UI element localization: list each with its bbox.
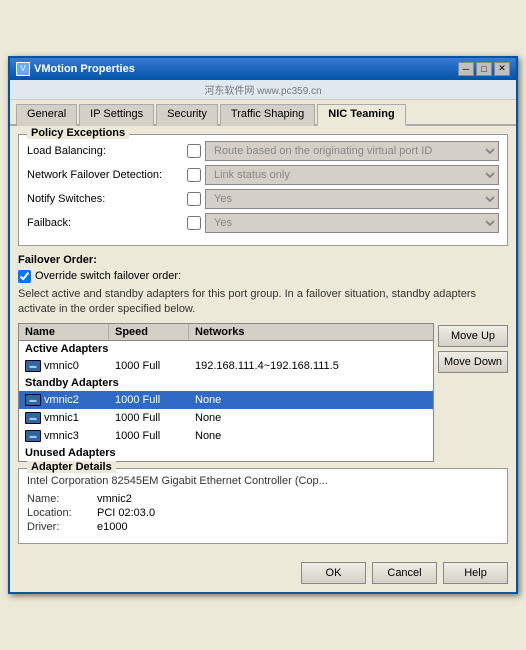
nic-icon-vmnic2: ▬ [25,394,41,406]
network-failover-row: Network Failover Detection: Link status … [27,165,499,185]
override-row: Override switch failover order: [18,270,508,283]
th-networks: Networks [189,324,433,340]
detail-location-key: Location: [27,507,97,519]
td-vmnic0-networks: 192.168.111.4~192.168.111.5 [189,359,433,373]
section-active: Active Adapters [19,341,433,357]
watermark: 河东软件网 www.pc359.cn [10,80,516,100]
notify-switches-label: Notify Switches: [27,193,187,205]
network-failover-label: Network Failover Detection: [27,169,187,181]
policy-exceptions-title: Policy Exceptions [27,127,129,139]
title-controls: ─ □ ✕ [458,62,510,76]
section-unused: Unused Adapters [19,445,433,461]
detail-name-val: vmnic2 [97,493,132,505]
close-button[interactable]: ✕ [494,62,510,76]
override-text: Override switch failover order: [35,270,181,282]
adapter-table-container: Name Speed Networks Active Adapters ▬ vm… [18,323,508,462]
td-vmnic2-name: ▬ vmnic2 [19,393,109,407]
load-balancing-label: Load Balancing: [27,145,187,157]
failback-select[interactable]: Yes [205,213,499,233]
title-bar-left: V VMotion Properties [16,62,135,76]
td-vmnic2-networks: None [189,393,433,407]
move-up-button[interactable]: Move Up [438,325,508,347]
tab-security[interactable]: Security [156,104,218,126]
detail-driver-key: Driver: [27,521,97,533]
td-vmnic0-name: ▬ vmnic0 [19,359,109,373]
failover-info-text: Select active and standby adapters for t… [18,287,508,318]
notify-switches-row: Notify Switches: Yes [27,189,499,209]
tab-traffic-shaping[interactable]: Traffic Shaping [220,104,315,126]
notify-switches-checkbox[interactable] [187,192,201,206]
help-button[interactable]: Help [443,562,508,584]
table-row[interactable]: ▬ vmnic0 1000 Full 192.168.111.4~192.168… [19,357,433,375]
failover-order-label: Failover Order: [18,254,508,266]
failback-checkbox[interactable] [187,216,201,230]
minimize-button[interactable]: ─ [458,62,474,76]
td-vmnic1-name: ▬ vmnic1 [19,411,109,425]
ok-button[interactable]: OK [301,562,366,584]
adapter-details-box: Adapter Details Intel Corporation 82545E… [18,468,508,544]
window-icon: V [16,62,30,76]
table-row[interactable]: ▬ vmnic2 1000 Full None [19,391,433,409]
detail-name-row: Name: vmnic2 [27,493,499,505]
failback-row: Failback: Yes [27,213,499,233]
detail-driver-row: Driver: e1000 [27,521,499,533]
detail-name-key: Name: [27,493,97,505]
move-buttons: Move Up Move Down [438,323,508,462]
adapter-description: Intel Corporation 82545EM Gigabit Ethern… [27,475,499,487]
td-vmnic0-speed: 1000 Full [109,359,189,373]
detail-location-row: Location: PCI 02:03.0 [27,507,499,519]
nic-icon-vmnic1: ▬ [25,412,41,424]
failback-label: Failback: [27,217,187,229]
th-name: Name [19,324,109,340]
window-title: VMotion Properties [34,63,135,75]
load-balancing-select[interactable]: Route based on the originating virtual p… [205,141,499,161]
policy-exceptions-group: Policy Exceptions Load Balancing: Route … [18,134,508,246]
override-checkbox[interactable] [18,270,31,283]
td-vmnic1-networks: None [189,411,433,425]
td-vmnic3-networks: None [189,429,433,443]
td-vmnic2-speed: 1000 Full [109,393,189,407]
network-failover-checkbox[interactable] [187,168,201,182]
detail-location-val: PCI 02:03.0 [97,507,155,519]
title-bar: V VMotion Properties ─ □ ✕ [10,58,516,80]
td-vmnic3-speed: 1000 Full [109,429,189,443]
bottom-buttons: OK Cancel Help [10,558,516,592]
tab-ip-settings[interactable]: IP Settings [79,104,154,126]
failover-order-section: Failover Order: Override switch failover… [18,254,508,463]
th-speed: Speed [109,324,189,340]
tabs-bar: General IP Settings Security Traffic Sha… [10,100,516,126]
tab-nic-teaming[interactable]: NIC Teaming [317,104,405,126]
detail-driver-val: e1000 [97,521,128,533]
cancel-button[interactable]: Cancel [372,562,437,584]
adapter-details-title: Adapter Details [27,461,116,473]
nic-icon-vmnic0: ▬ [25,360,41,372]
main-window: V VMotion Properties ─ □ ✕ 河东软件网 www.pc3… [8,56,518,595]
load-balancing-checkbox[interactable] [187,144,201,158]
nic-icon-vmnic3: ▬ [25,430,41,442]
tab-general[interactable]: General [16,104,77,126]
td-vmnic1-speed: 1000 Full [109,411,189,425]
td-vmnic3-name: ▬ vmnic3 [19,429,109,443]
main-content: Policy Exceptions Load Balancing: Route … [10,126,516,559]
table-row[interactable]: ▬ vmnic1 1000 Full None [19,409,433,427]
table-header: Name Speed Networks [19,324,433,341]
network-failover-select[interactable]: Link status only [205,165,499,185]
notify-switches-select[interactable]: Yes [205,189,499,209]
maximize-button[interactable]: □ [476,62,492,76]
table-row[interactable]: ▬ vmnic3 1000 Full None [19,427,433,445]
adapter-table: Name Speed Networks Active Adapters ▬ vm… [18,323,434,462]
load-balancing-row: Load Balancing: Route based on the origi… [27,141,499,161]
section-standby: Standby Adapters [19,375,433,391]
move-down-button[interactable]: Move Down [438,351,508,373]
